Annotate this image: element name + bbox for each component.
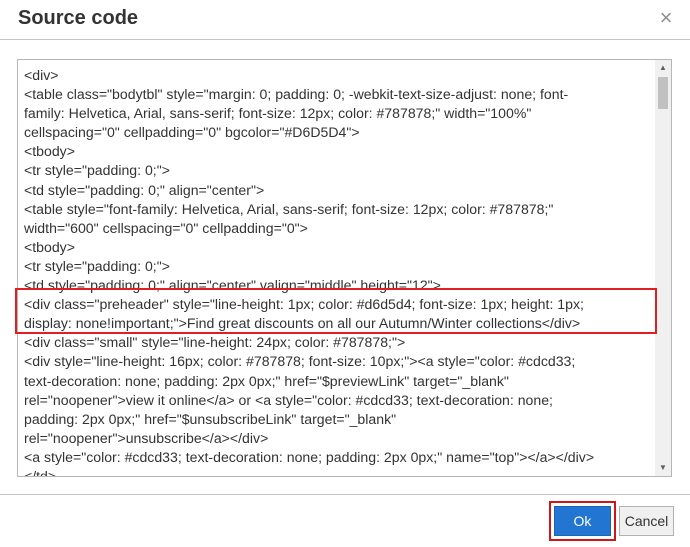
code-line: <a style="color: #cdcd33; text-decoratio… bbox=[24, 448, 595, 465]
dialog-header: Source code × bbox=[0, 0, 690, 40]
code-line: cellspacing="0" cellpadding="0" bgcolor=… bbox=[24, 124, 360, 141]
code-line: width="600" cellspacing="0" cellpadding=… bbox=[24, 219, 308, 236]
scroll-down-icon[interactable]: ▼ bbox=[655, 460, 671, 476]
code-line: <tbody> bbox=[24, 143, 75, 160]
source-code-textarea[interactable]: <div> <table class="bodytbl" style="margi… bbox=[17, 59, 672, 477]
code-line: <tr style="padding: 0;"> bbox=[24, 162, 170, 179]
code-line: <tbody> bbox=[24, 238, 75, 255]
code-line: display: none!important;">Find great dis… bbox=[24, 315, 581, 332]
code-line: <td style="padding: 0;" align="center"> bbox=[24, 181, 265, 198]
code-content[interactable]: <div> <table class="bodytbl" style="margi… bbox=[18, 60, 654, 476]
close-icon[interactable]: × bbox=[658, 7, 674, 29]
vertical-scrollbar[interactable]: ▲ ▼ bbox=[654, 60, 671, 476]
code-line: <td style="padding: 0;" align="center" v… bbox=[24, 277, 441, 294]
code-line: <tr style="padding: 0;"> bbox=[24, 257, 170, 274]
code-line: family: Helvetica, Arial, sans-serif; fo… bbox=[24, 105, 532, 122]
scroll-up-icon[interactable]: ▲ bbox=[655, 60, 671, 76]
code-line: <table style="font-family: Helvetica, Ar… bbox=[24, 200, 554, 217]
code-line: </td> bbox=[24, 467, 57, 476]
code-line: rel="noopener">unsubscribe</a></div> bbox=[24, 429, 269, 446]
code-line: text-decoration: none; padding: 2px 0px;… bbox=[24, 372, 509, 389]
ok-button[interactable]: Ok bbox=[554, 506, 611, 536]
source-code-dialog: Source code × <div> <table class="bodytbl… bbox=[0, 0, 690, 547]
code-line: <div> bbox=[24, 67, 59, 83]
code-line: <div class="preheader" style="line-heigh… bbox=[24, 296, 584, 313]
code-line: rel="noopener">view it online</a> or <a … bbox=[24, 391, 553, 408]
cancel-button[interactable]: Cancel bbox=[619, 506, 674, 536]
scrollbar-thumb[interactable] bbox=[658, 77, 668, 109]
dialog-title: Source code bbox=[18, 7, 139, 29]
code-line: padding: 2px 0px;" href="$unsubscribeLin… bbox=[24, 410, 397, 427]
code-line: <div style="line-height: 16px; color: #7… bbox=[24, 353, 576, 370]
code-line: <div class="small" style="line-height: 2… bbox=[24, 334, 406, 351]
code-line: <table class="bodytbl" style="margin: 0;… bbox=[24, 86, 569, 103]
